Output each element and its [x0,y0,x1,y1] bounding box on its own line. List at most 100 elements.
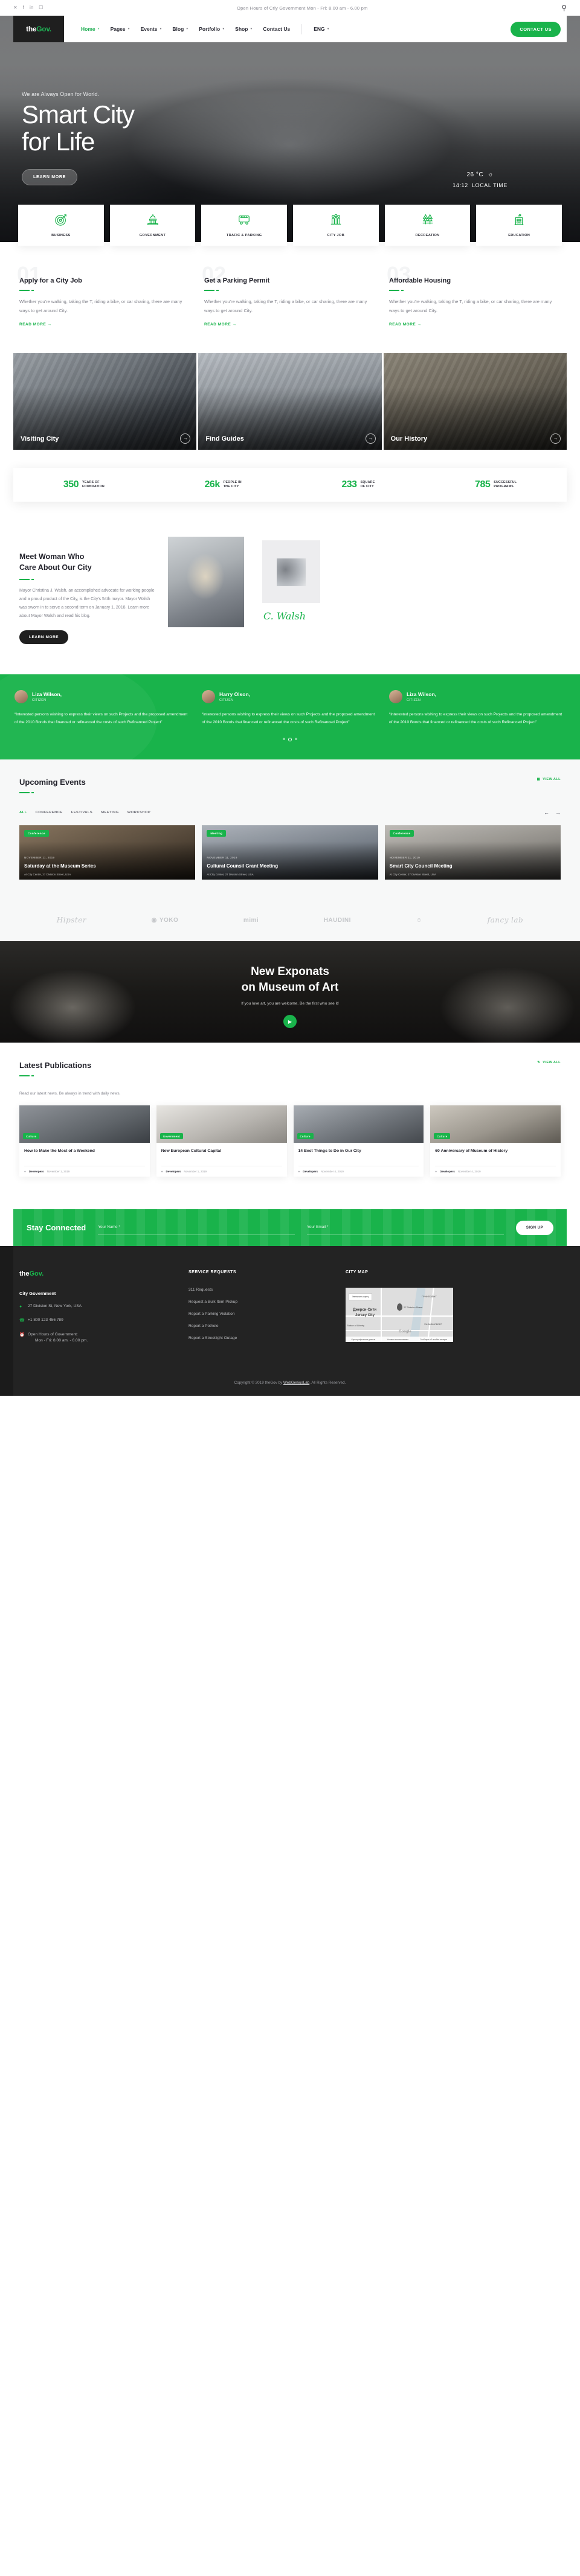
footer-phone-row: ☎ +1 800 123 456 789 [19,1317,170,1324]
linkedin-icon[interactable]: in [30,5,33,10]
event-chip: Conference [24,830,49,837]
publications-title: Latest Publications [19,1061,92,1070]
events-view-all-link[interactable]: ▦ VIEW ALL [537,778,561,781]
read-more-link[interactable]: READ MORE → [204,322,376,327]
event-overlay [202,825,378,880]
testimonial-card: Liza Wilson, CITIZEN “Interested persons… [389,689,566,727]
instagram-icon[interactable]: ☐ [39,5,43,10]
hero-learn-more-button[interactable]: LEARN MORE [22,168,78,185]
footer-hours-line2: Mon - Fri: 8.00 am. - 6.00 pm. [35,1338,88,1343]
site-logo[interactable]: theGov. [13,16,64,42]
clock-icon: ⏰ [19,1332,25,1337]
carousel-dot-active[interactable] [288,738,292,742]
nav-item-portfolio[interactable]: Portfolio ▼ [199,26,225,32]
stat-label-2: PROGRAMS [494,485,514,489]
map-bar-item[interactable]: Условия использования [387,1338,408,1341]
footer-link-parking-violation[interactable]: Report a Parking Violation [188,1312,327,1316]
publication-title: 14 Best Things to Do in Our City [298,1149,361,1154]
brand-logo-mark: ☺ [416,916,423,924]
chevron-down-icon: ▼ [127,27,130,31]
play-icon[interactable]: ▶ [283,1015,297,1029]
stat-number: 26k [204,479,221,490]
photo-card-our-history[interactable]: Our History → [383,353,567,450]
service-card-business[interactable]: BUSINESS [18,205,104,246]
nav-item-events[interactable]: Events ▼ [141,26,163,32]
events-title: Upcoming Events [19,778,86,787]
filter-all[interactable]: ALL [19,811,27,814]
arrow-right-icon[interactable]: → [555,810,561,816]
publication-chip: Culture [297,1133,314,1140]
user-icon: ● [435,1170,437,1174]
publication-card[interactable]: Culture 60 Anniversary of Museum of Hist… [430,1105,561,1177]
arrow-right-icon[interactable]: → [365,433,376,444]
filter-meeting[interactable]: MEETING [101,811,119,814]
event-card[interactable]: Conference NOVEMBER 11, 2019 Smart City … [384,825,561,880]
publication-card[interactable]: Culture 14 Best Things to Do in Our City… [293,1105,424,1177]
publication-card[interactable]: Government New European Cultural Capital… [156,1105,287,1177]
twitter-icon[interactable]: ✕ [13,5,18,10]
city-map[interactable]: Увеличить карту 27 Division Street Джерс… [346,1288,453,1343]
newsletter-email-field[interactable]: Your Email * [307,1220,504,1236]
event-card[interactable]: Conference NOVEMBER 11, 2019 Saturday at… [19,825,196,880]
language-selector[interactable]: ENG ▼ [314,26,329,32]
newsletter-title: Stay Connected [27,1223,86,1233]
avatar [14,689,28,703]
publications-view-all-link[interactable]: ✎ VIEW ALL [537,1061,561,1064]
publication-author: Developers [28,1170,44,1174]
carousel-dot[interactable] [283,738,285,741]
nav-item-blog[interactable]: Blog ▼ [172,26,188,32]
mayor-learn-more-button[interactable]: LEARN MORE [19,630,69,644]
footer-link-311-requests[interactable]: 311 Requests [188,1288,327,1292]
brand-logo-haudini: HAUDINI [323,916,351,924]
read-more-link[interactable]: READ MORE → [389,322,561,327]
service-card-education[interactable]: EDUCATION [476,205,562,246]
read-more-link[interactable]: READ MORE → [19,322,191,327]
contact-us-button[interactable]: CONTACT US [511,21,561,37]
carousel-dot[interactable] [295,738,297,741]
map-bar-item[interactable]: Сообщить об ошибке на карте [420,1338,447,1341]
nav-item-pages[interactable]: Pages ▼ [111,26,130,32]
newsletter-name-field[interactable]: Your Name * [98,1220,295,1236]
card-text: Whether you're walking, taking the T, ri… [19,299,182,313]
facebook-icon[interactable]: f [23,5,24,10]
stat-label-2: OF CITY [360,485,374,489]
feature-photo-cards: Visiting City → Find Guides → Our Histor… [0,353,580,450]
service-card-recreation[interactable]: RECREATION [384,205,471,246]
testimonial-role: CITIZEN [407,698,421,702]
search-icon[interactable]: ⚲ [561,4,567,12]
filter-festivals[interactable]: FESTIVALS [71,811,93,814]
stat-label-1: YEARS OF [82,480,100,484]
footer-address: 27 Division St, New York, USA [28,1304,82,1309]
footer-phone[interactable]: +1 800 123 456 789 [28,1317,63,1324]
newsletter-signup-button[interactable]: SIGN UP [515,1220,554,1235]
event-chip: Meeting [207,830,227,837]
service-card-trafic-parking[interactable]: TRAFIC & PARKING [201,205,288,246]
filter-workshop[interactable]: WORKSHOP [127,811,150,814]
map-city-en-label: Jersey City [355,1314,375,1318]
copyright-link[interactable]: WebGeniusLab [283,1381,309,1385]
nav-item-home[interactable]: Home ▼ [81,26,100,32]
card-text: Whether you're walking, taking the T, ri… [389,299,552,313]
footer-link-pothole[interactable]: Report a Pothole [188,1324,327,1328]
map-bar-item[interactable]: Картографические данные [352,1338,376,1341]
arrow-left-icon[interactable]: ← [544,810,549,816]
divider-dash [19,290,191,291]
event-location: At City Center, 27 Division Street, USA [207,873,254,877]
testimonial-role: CITIZEN [32,698,47,702]
nav-item-shop[interactable]: Shop ▼ [235,26,253,32]
photo-card-visiting-city[interactable]: Visiting City → [13,353,197,450]
publication-card[interactable]: Culture How to Make the Most of a Weeken… [19,1105,150,1177]
event-location: At City Center, 27 Division Street, USA [24,873,71,877]
service-card-government[interactable]: GOVERNMENT [109,205,196,246]
footer-link-streetlight-outage[interactable]: Report a Streetlight Outage [188,1336,327,1340]
footer-link-bulk-item-pickup[interactable]: Request a Bulk Item Pickup [188,1300,327,1304]
photo-card-find-guides[interactable]: Find Guides → [198,353,382,450]
nav-item-contact-us[interactable]: Contact Us [263,26,290,32]
mayor-text: Mayor Christina J. Walsh, an accomplishe… [19,588,155,618]
filter-conference[interactable]: CONFERENCE [36,811,63,814]
footer-logo[interactable]: theGov. [19,1270,170,1277]
map-zoom-button[interactable]: Увеличить карту [349,1293,373,1301]
event-card[interactable]: Meeting NOVEMBER 11, 2019 Cultural Couns… [202,825,378,880]
service-card-city-job[interactable]: CITY JOB [293,205,379,246]
brand-logo-hipster: Hipster [56,916,87,925]
